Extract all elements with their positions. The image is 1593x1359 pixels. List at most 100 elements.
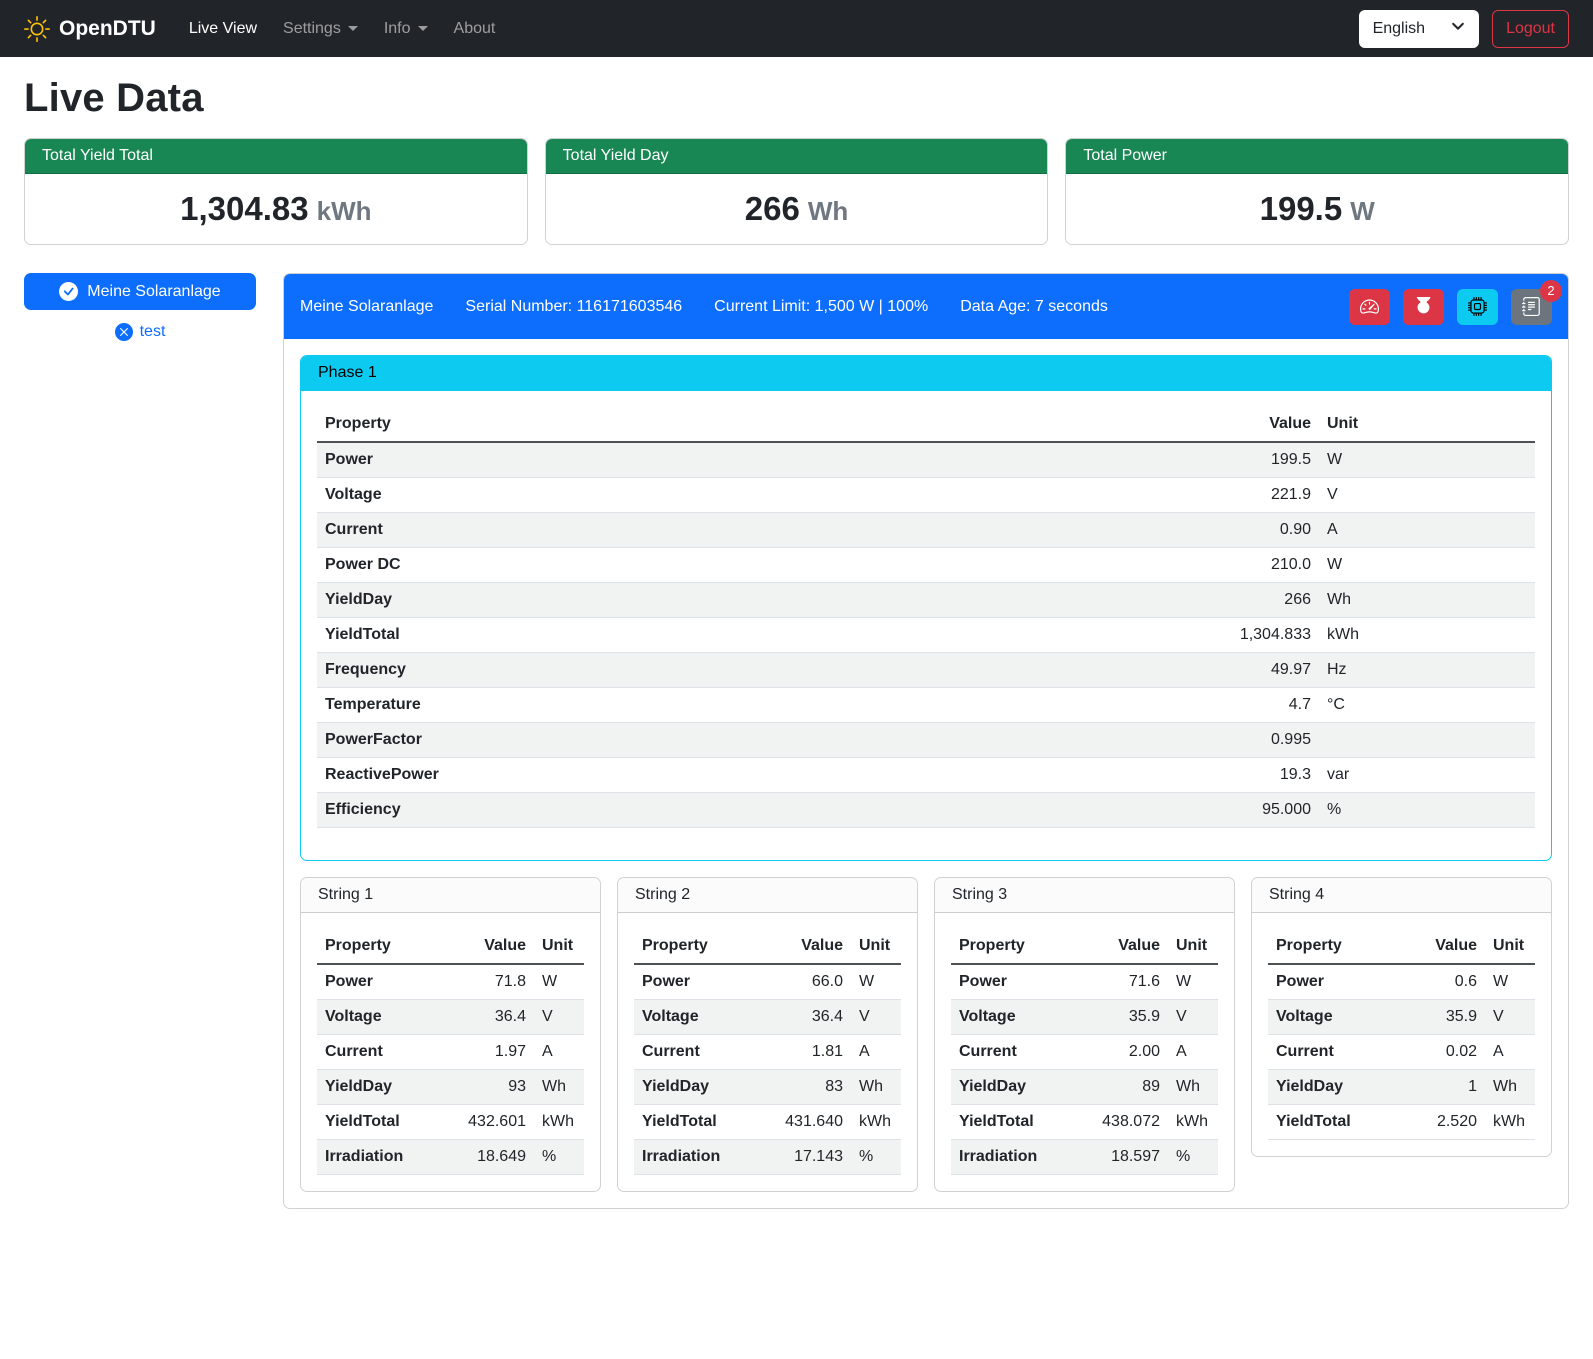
- phase-card: Phase 1 Property Value Unit Power199.5WV…: [300, 355, 1552, 861]
- table-row: YieldTotal438.072kWh: [951, 1105, 1218, 1140]
- value-cell: 266: [1149, 583, 1319, 618]
- table-row: PowerFactor0.995: [317, 723, 1535, 758]
- brand[interactable]: OpenDTU: [24, 16, 156, 42]
- unit-cell: %: [534, 1140, 584, 1175]
- table-row: Voltage221.9V: [317, 478, 1535, 513]
- table-row: Power199.5W: [317, 442, 1535, 478]
- property-cell: Frequency: [317, 653, 1149, 688]
- summary-value-number: 1,304.83: [180, 190, 308, 227]
- journal-text-icon: [1522, 297, 1541, 316]
- property-cell: Voltage: [317, 1000, 450, 1035]
- value-cell: 66.0: [767, 964, 851, 1000]
- column-header-value: Value: [450, 929, 534, 964]
- table-row: Irradiation18.649%: [317, 1140, 584, 1175]
- phase-body: Property Value Unit Power199.5WVoltage22…: [301, 391, 1551, 860]
- inverter-tab-test[interactable]: test: [24, 323, 256, 341]
- inverter-body: Phase 1 Property Value Unit Power199.5WV…: [284, 339, 1568, 1208]
- summary-value-number: 266: [745, 190, 800, 227]
- table-row: Current0.90A: [317, 513, 1535, 548]
- unit-cell: kWh: [851, 1105, 901, 1140]
- value-cell: 438.072: [1084, 1105, 1168, 1140]
- table-row: YieldTotal432.601kWh: [317, 1105, 584, 1140]
- property-cell: Current: [317, 513, 1149, 548]
- nav-link-live-view[interactable]: Live View: [176, 12, 270, 46]
- value-cell: 199.5: [1149, 442, 1319, 478]
- table-row: Current1.97A: [317, 1035, 584, 1070]
- nav-link-info[interactable]: Info: [371, 12, 441, 46]
- summary-card-title: Total Yield Total: [25, 139, 527, 174]
- inverter-serial: Serial Number: 116171603546: [465, 298, 682, 316]
- event-log-button[interactable]: 2: [1511, 289, 1552, 325]
- unit-cell: A: [1168, 1035, 1218, 1070]
- table-header-row: Property Value Unit: [317, 929, 584, 964]
- property-cell: Power: [951, 964, 1084, 1000]
- navbar: OpenDTU Live View Settings Info About En…: [0, 0, 1593, 57]
- unit-cell: %: [851, 1140, 901, 1175]
- value-cell: 0.90: [1149, 513, 1319, 548]
- property-cell: Irradiation: [634, 1140, 767, 1175]
- property-cell: Irradiation: [317, 1140, 450, 1175]
- property-cell: ReactivePower: [317, 758, 1149, 793]
- power-button[interactable]: [1403, 289, 1444, 325]
- property-cell: YieldDay: [1268, 1070, 1401, 1105]
- speedometer-icon: [1360, 297, 1379, 316]
- string-title: String 3: [935, 878, 1234, 913]
- table-row: Power DC210.0W: [317, 548, 1535, 583]
- property-cell: YieldTotal: [317, 618, 1149, 653]
- column-header-value: Value: [1084, 929, 1168, 964]
- property-cell: Voltage: [951, 1000, 1084, 1035]
- unit-cell: var: [1319, 758, 1535, 793]
- summary-card-title: Total Yield Day: [546, 139, 1048, 174]
- nav-link-about[interactable]: About: [441, 12, 509, 46]
- value-cell: 0.02: [1401, 1035, 1485, 1070]
- summary-value-number: 199.5: [1260, 190, 1343, 227]
- table-row: YieldTotal431.640kWh: [634, 1105, 901, 1140]
- unit-cell: W: [851, 964, 901, 1000]
- unit-cell: W: [534, 964, 584, 1000]
- inverter-tab-selected[interactable]: Meine Solaranlage: [24, 273, 256, 310]
- table-row: Irradiation18.597%: [951, 1140, 1218, 1175]
- unit-cell: Wh: [1485, 1070, 1535, 1105]
- limit-settings-button[interactable]: [1349, 289, 1390, 325]
- value-cell: 1,304.833: [1149, 618, 1319, 653]
- value-cell: 19.3: [1149, 758, 1319, 793]
- column-header-property: Property: [317, 407, 1149, 442]
- value-cell: 18.597: [1084, 1140, 1168, 1175]
- string-table: Property Value Unit Power0.6WVoltage35.9…: [1268, 929, 1535, 1140]
- string-body: Property Value Unit Power66.0WVoltage36.…: [618, 913, 917, 1175]
- caret-down-icon: [418, 26, 428, 31]
- unit-cell: Wh: [1319, 583, 1535, 618]
- string-table: Property Value Unit Power71.6WVoltage35.…: [951, 929, 1218, 1175]
- property-cell: Power: [1268, 964, 1401, 1000]
- table-row: Power66.0W: [634, 964, 901, 1000]
- value-cell: 0.995: [1149, 723, 1319, 758]
- language-select[interactable]: English: [1359, 10, 1479, 48]
- property-cell: Voltage: [317, 478, 1149, 513]
- inverter-actions: 2: [1349, 289, 1552, 325]
- column-header-unit: Unit: [851, 929, 901, 964]
- value-cell: 17.143: [767, 1140, 851, 1175]
- property-cell: Efficiency: [317, 793, 1149, 828]
- unit-cell: %: [1319, 793, 1535, 828]
- brand-label: OpenDTU: [59, 17, 156, 41]
- summary-value-unit: W: [1350, 196, 1375, 226]
- logout-button[interactable]: Logout: [1492, 10, 1569, 48]
- value-cell: 95.000: [1149, 793, 1319, 828]
- table-row: Voltage35.9V: [951, 1000, 1218, 1035]
- table-row: Efficiency95.000%: [317, 793, 1535, 828]
- value-cell: 18.649: [450, 1140, 534, 1175]
- property-cell: Voltage: [1268, 1000, 1401, 1035]
- value-cell: 35.9: [1084, 1000, 1168, 1035]
- string-table: Property Value Unit Power66.0WVoltage36.…: [634, 929, 901, 1175]
- unit-cell: kWh: [1168, 1105, 1218, 1140]
- table-header-row: Property Value Unit: [317, 407, 1535, 442]
- table-row: ReactivePower19.3var: [317, 758, 1535, 793]
- value-cell: 89: [1084, 1070, 1168, 1105]
- string-title: String 1: [301, 878, 600, 913]
- table-row: Voltage36.4V: [317, 1000, 584, 1035]
- unit-cell: Wh: [851, 1070, 901, 1105]
- summary-card-title: Total Power: [1066, 139, 1568, 174]
- firmware-info-button[interactable]: [1457, 289, 1498, 325]
- table-row: YieldDay266Wh: [317, 583, 1535, 618]
- nav-link-settings[interactable]: Settings: [270, 12, 371, 46]
